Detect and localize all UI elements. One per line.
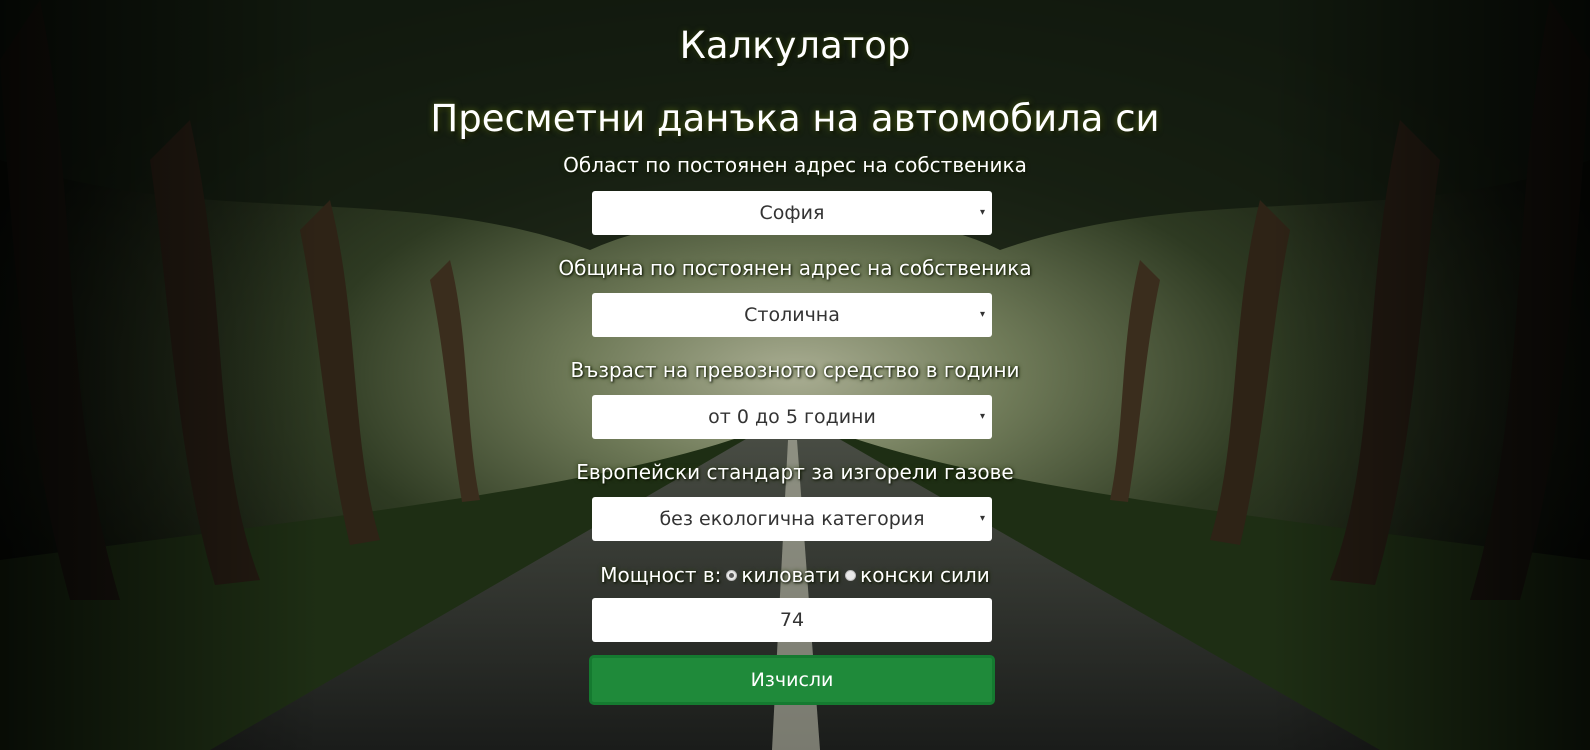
calculate-button[interactable]: Изчисли	[589, 655, 995, 705]
chevron-down-icon: ▾	[979, 207, 985, 218]
radio-kilowatts[interactable]	[726, 569, 738, 581]
vehicle-age-label: Възраст на превозното средство в години	[570, 358, 1020, 382]
municipality-label: Община по постоянен адрес на собственика	[558, 256, 1032, 280]
chevron-down-icon: ▾	[979, 411, 985, 422]
power-value-input[interactable]: 74	[592, 598, 992, 642]
page-title: Пресметни данъка на автомобила си	[430, 97, 1160, 140]
municipality-selected-value: Столична	[744, 304, 840, 326]
emission-standard-select[interactable]: без екологична категория ▾	[592, 497, 992, 541]
region-select[interactable]: София ▾	[592, 191, 992, 235]
region-selected-value: София	[759, 202, 825, 224]
chevron-down-icon: ▾	[979, 309, 985, 320]
radio-horsepower[interactable]	[845, 569, 857, 581]
municipality-select[interactable]: Столична ▾	[592, 293, 992, 337]
vehicle-age-select[interactable]: от 0 до 5 години ▾	[592, 395, 992, 439]
app-title: Калкулатор	[679, 24, 911, 67]
emission-standard-selected-value: без екологична категория	[659, 508, 925, 530]
calculator-form-container: Калкулатор Пресметни данъка на автомобил…	[0, 0, 1590, 750]
power-unit-row: Мощност в: киловати конски сили	[0, 561, 1590, 589]
region-label: Област по постоянен адрес на собственика	[563, 153, 1027, 177]
radio-kilowatts-label[interactable]: киловати	[741, 561, 840, 589]
chevron-down-icon: ▾	[979, 513, 985, 524]
vehicle-age-selected-value: от 0 до 5 години	[708, 406, 876, 428]
emission-standard-label: Европейски стандарт за изгорели газове	[576, 460, 1014, 484]
radio-horsepower-label[interactable]: конски сили	[860, 561, 990, 589]
power-label: Мощност в:	[600, 563, 722, 587]
